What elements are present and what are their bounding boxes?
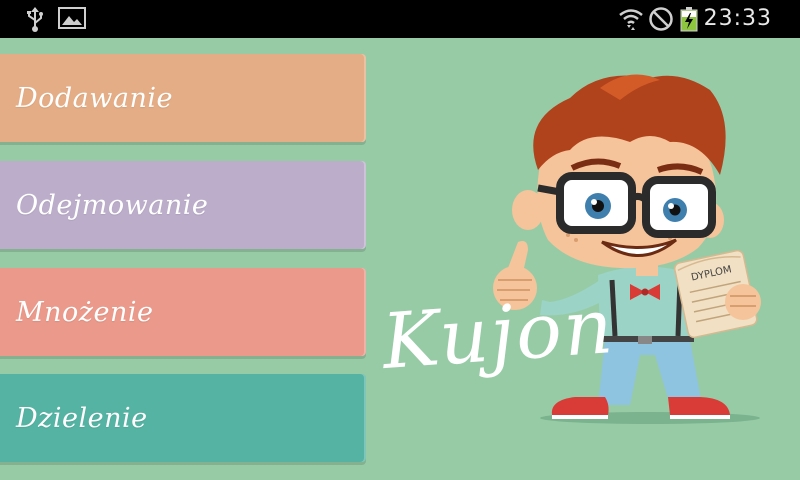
battery-charging-icon bbox=[680, 6, 698, 36]
addition-button-label: Dodawanie bbox=[16, 82, 173, 114]
app-title: Kujon bbox=[379, 281, 618, 387]
subtraction-button-label: Odejmowanie bbox=[16, 189, 209, 221]
image-icon bbox=[58, 6, 86, 34]
division-button[interactable]: Dzielenie bbox=[0, 374, 366, 462]
multiplication-button-label: Mnożenie bbox=[16, 296, 154, 328]
usb-icon bbox=[24, 6, 46, 36]
wifi-icon bbox=[618, 6, 644, 36]
blocked-icon bbox=[648, 6, 674, 36]
division-button-label: Dzielenie bbox=[16, 402, 148, 434]
status-bar: 23:33 bbox=[0, 0, 800, 38]
subtraction-button[interactable]: Odejmowanie bbox=[0, 161, 366, 249]
status-bar-clock: 23:33 bbox=[703, 6, 772, 31]
multiplication-button[interactable]: Mnożenie bbox=[0, 268, 366, 356]
addition-button[interactable]: Dodawanie bbox=[0, 54, 366, 142]
